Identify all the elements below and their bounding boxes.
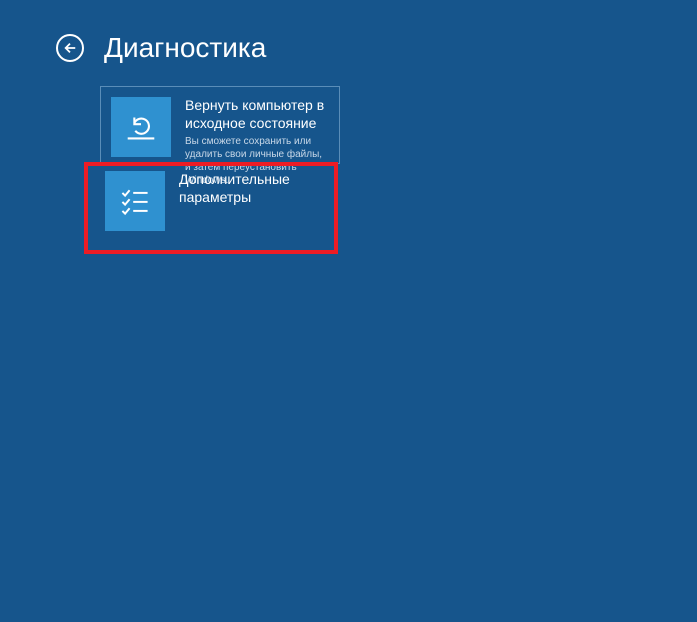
back-arrow-icon [63, 41, 77, 55]
reset-icon-box [111, 97, 171, 157]
reset-icon [122, 108, 160, 146]
option-text: Дополнительные параметры [179, 171, 335, 209]
back-button[interactable] [56, 34, 84, 62]
checklist-icon-box [105, 171, 165, 231]
checklist-icon [117, 183, 153, 219]
options-list: Вернуть компьютер в исходное состояние В… [0, 64, 697, 244]
option-advanced[interactable]: Дополнительные параметры [100, 166, 340, 244]
option-reset-pc[interactable]: Вернуть компьютер в исходное состояние В… [100, 86, 340, 164]
option-title: Дополнительные параметры [179, 171, 335, 206]
header: Диагностика [0, 0, 697, 64]
page-title: Диагностика [104, 32, 266, 64]
option-title: Вернуть компьютер в исходное состояние [185, 97, 329, 132]
